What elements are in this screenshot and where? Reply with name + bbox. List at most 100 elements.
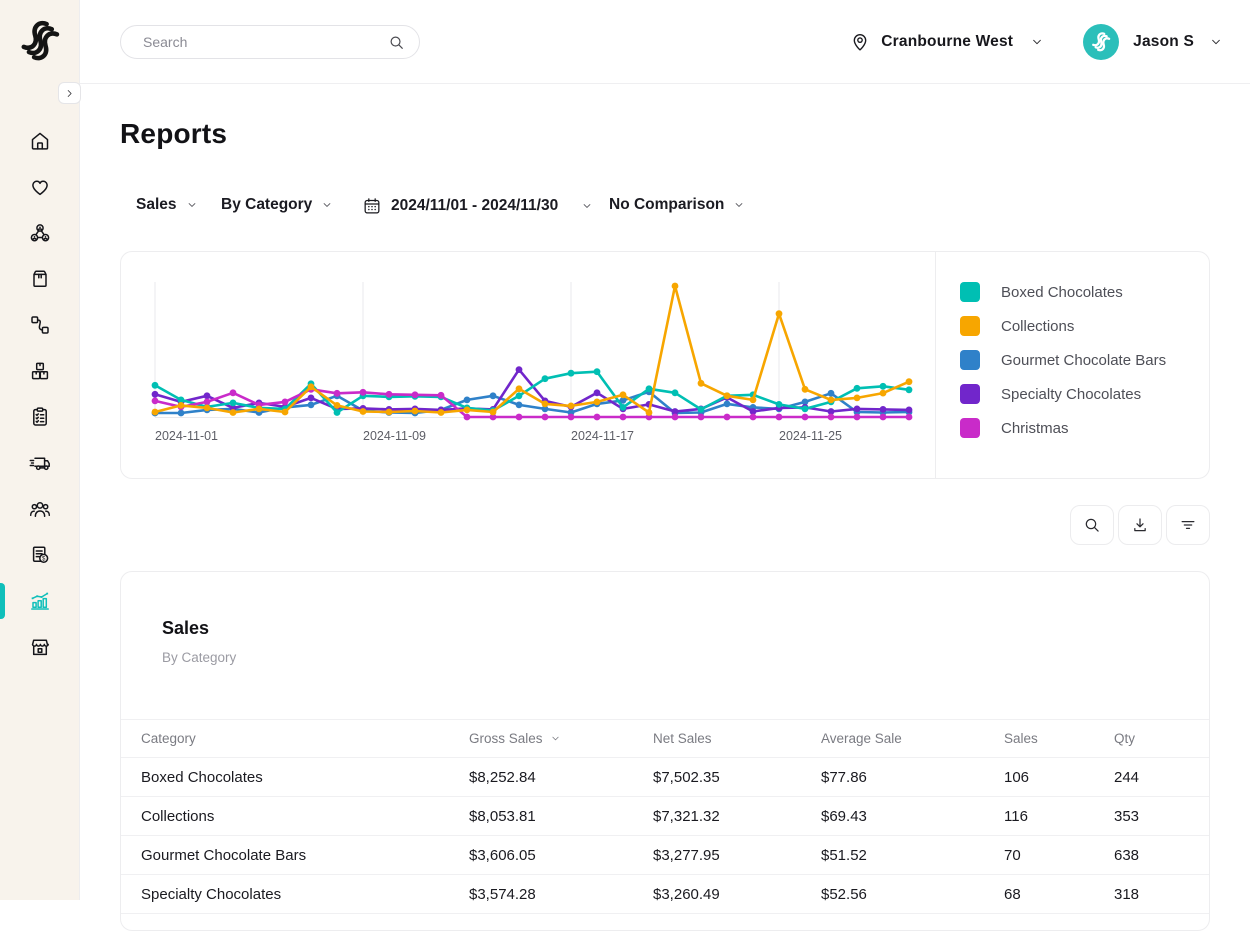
- legend-label: Gourmet Chocolate Bars: [1001, 352, 1166, 369]
- sidebar-item-orders[interactable]: [0, 394, 80, 440]
- table-cell: Boxed Chocolates: [141, 769, 469, 786]
- brand-logo-icon[interactable]: [15, 16, 65, 66]
- table-cell: Gourmet Chocolate Bars: [141, 847, 469, 864]
- table-cell: 116: [1004, 808, 1114, 825]
- sidebar-expand-button[interactable]: [58, 82, 81, 104]
- group-by-dropdown[interactable]: By Category: [221, 196, 334, 214]
- sales-line-chart: 2024-11-01 2024-11-09 2024-11-17 2024-11-25: [121, 252, 935, 478]
- table-row[interactable]: Gourmet Chocolate Bars$3,606.05$3,277.95…: [121, 836, 1209, 875]
- sidebar-item-reports[interactable]: [0, 578, 80, 624]
- truck-icon: [28, 451, 52, 475]
- search-input[interactable]: [121, 34, 387, 50]
- page-title: Reports: [120, 118, 227, 150]
- table-actions: [1070, 505, 1210, 545]
- column-header-qty[interactable]: Qty: [1114, 731, 1209, 746]
- table-cell: Collections: [141, 808, 469, 825]
- legend-swatch: [960, 316, 980, 336]
- legend-swatch: [960, 384, 980, 404]
- location-pin-icon: [849, 31, 871, 53]
- sidebar-item-favorites[interactable]: [0, 164, 80, 210]
- user-avatar[interactable]: [1083, 24, 1119, 60]
- topbar: Cranbourne West Jason S: [80, 0, 1250, 84]
- table-cell: 353: [1114, 808, 1209, 825]
- table-cell: $69.43: [821, 808, 1004, 825]
- chart-legend: Boxed Chocolates Collections Gourmet Choco…: [935, 252, 1209, 478]
- search-button[interactable]: [1070, 505, 1114, 545]
- chevron-down-icon: [320, 198, 334, 212]
- download-button[interactable]: [1118, 505, 1162, 545]
- table-row[interactable]: Boxed Chocolates$8,252.84$7,502.35$77.86…: [121, 758, 1209, 797]
- filters-row: Sales By Category 2024/11/01 - 2024/11/3…: [80, 196, 1250, 222]
- table-cell: $8,053.81: [469, 808, 653, 825]
- table-cell: $8,252.84: [469, 769, 653, 786]
- table-title: Sales: [162, 618, 209, 639]
- boxes-icon: [28, 359, 52, 383]
- sales-table: CategoryGross SalesNet SalesAverage Sale…: [121, 719, 1209, 914]
- calendar-icon: [362, 196, 382, 216]
- sidebar-item-store[interactable]: [0, 624, 80, 670]
- people-network-icon: [28, 221, 52, 245]
- column-header-category[interactable]: Category: [141, 731, 469, 746]
- legend-item[interactable]: Christmas: [960, 418, 1209, 438]
- download-icon: [1130, 515, 1150, 535]
- package-icon: [28, 267, 52, 291]
- legend-label: Collections: [1001, 318, 1074, 335]
- storefront-icon: [28, 635, 52, 659]
- filter-icon: [1178, 515, 1198, 535]
- column-header-sales[interactable]: Sales: [1004, 731, 1114, 746]
- table-cell: $7,321.32: [653, 808, 821, 825]
- report-type-dropdown[interactable]: Sales: [136, 196, 199, 214]
- legend-item[interactable]: Boxed Chocolates: [960, 282, 1209, 302]
- user-menu-label[interactable]: Jason S: [1133, 33, 1194, 51]
- people-icon: [28, 497, 52, 521]
- svg-text:2024-11-09: 2024-11-09: [363, 429, 426, 443]
- legend-label: Christmas: [1001, 420, 1069, 437]
- sidebar-item-products[interactable]: [0, 256, 80, 302]
- sidebar-item-inventory[interactable]: [0, 348, 80, 394]
- sales-chart-card: 2024-11-01 2024-11-09 2024-11-17 2024-11-25…: [120, 251, 1210, 479]
- invoice-dollar-icon: $: [28, 543, 52, 567]
- legend-item[interactable]: Collections: [960, 316, 1209, 336]
- svg-text:2024-11-01: 2024-11-01: [155, 429, 218, 443]
- legend-label: Boxed Chocolates: [1001, 284, 1123, 301]
- table-row[interactable]: Specialty Chocolates$3,574.28$3,260.49$5…: [121, 875, 1209, 914]
- svg-text:2024-11-25: 2024-11-25: [779, 429, 842, 443]
- search-icon[interactable]: [387, 33, 406, 52]
- sidebar-item-home[interactable]: [0, 118, 80, 164]
- sidebar-item-customers[interactable]: [0, 486, 80, 532]
- column-header-average-sale[interactable]: Average Sale: [821, 731, 1004, 746]
- table-cell: $3,277.95: [653, 847, 821, 864]
- sidebar-item-routes[interactable]: [0, 302, 80, 348]
- svg-text:2024-11-17: 2024-11-17: [571, 429, 634, 443]
- column-header-net-sales[interactable]: Net Sales: [653, 731, 821, 746]
- chevron-down-icon: [580, 199, 594, 213]
- location-chevron-down-icon[interactable]: [1029, 34, 1045, 50]
- active-indicator: [0, 583, 5, 619]
- location-selector-label[interactable]: Cranbourne West: [881, 33, 1013, 51]
- table-row[interactable]: Collections$8,053.81$7,321.32$69.4311635…: [121, 797, 1209, 836]
- user-chevron-down-icon[interactable]: [1208, 34, 1224, 50]
- table-header-row: CategoryGross SalesNet SalesAverage Sale…: [121, 719, 1209, 758]
- main-content: Reports Sales By Category 2024/11/01 - 2…: [80, 84, 1250, 900]
- comparison-dropdown[interactable]: No Comparison: [609, 196, 746, 214]
- date-range-picker[interactable]: 2024/11/01 - 2024/11/30: [362, 196, 594, 216]
- bar-chart-icon: [28, 589, 52, 613]
- table-cell: 638: [1114, 847, 1209, 864]
- sidebar-item-billing[interactable]: $: [0, 532, 80, 578]
- legend-label: Specialty Chocolates: [1001, 386, 1141, 403]
- home-icon: [28, 129, 52, 153]
- table-subtitle: By Category: [162, 650, 236, 665]
- legend-item[interactable]: Specialty Chocolates: [960, 384, 1209, 404]
- table-cell: $3,606.05: [469, 847, 653, 864]
- filter-button[interactable]: [1166, 505, 1210, 545]
- sidebar: $: [0, 0, 80, 900]
- column-header-gross-sales[interactable]: Gross Sales: [469, 731, 653, 746]
- table-cell: 70: [1004, 847, 1114, 864]
- table-cell: 106: [1004, 769, 1114, 786]
- sidebar-item-referrals[interactable]: [0, 210, 80, 256]
- sort-chevron-down-icon: [549, 732, 562, 745]
- table-cell: $51.52: [821, 847, 1004, 864]
- legend-item[interactable]: Gourmet Chocolate Bars: [960, 350, 1209, 370]
- table-cell: $7,502.35: [653, 769, 821, 786]
- sidebar-item-delivery[interactable]: [0, 440, 80, 486]
